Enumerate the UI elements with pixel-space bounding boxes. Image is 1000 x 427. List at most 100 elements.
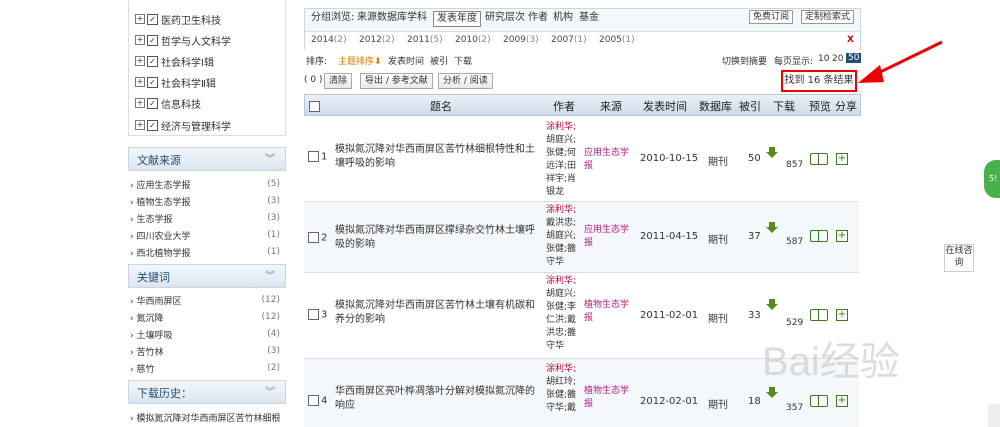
category-item[interactable]: + ✓ 哲学与人文科学	[135, 33, 231, 48]
row-checkbox[interactable]	[308, 232, 319, 243]
source-item[interactable]: › 西北植物学报 (1)	[130, 245, 280, 259]
checkbox-checked-icon[interactable]: ✓	[147, 55, 158, 67]
sort-bar: 排序: 主题排序⬇ 发表时间 被引 下载 切换到摘要 每页显示: 10 20 5…	[306, 53, 862, 67]
select-all-checkbox[interactable]	[309, 100, 320, 112]
year-filter: 2014(2) 2012(2) 2011(5) 2010(2) 2009(3) …	[305, 31, 860, 50]
sort-time[interactable]: 发表时间	[388, 54, 424, 67]
expand-icon[interactable]: +	[135, 77, 145, 87]
tab-fund[interactable]: 基金	[579, 11, 599, 25]
free-subscribe-button[interactable]: 免费订阅	[749, 10, 794, 24]
share-plus-icon[interactable]: +	[836, 153, 848, 165]
article-title-link[interactable]: 模拟氮沉降对华西雨屏区苦竹林土壤有机碳和养分的影响	[335, 299, 541, 327]
tab-author[interactable]: 作者	[528, 11, 548, 25]
floating-badge[interactable]: 5!	[984, 160, 1000, 198]
keywords-panel-header[interactable]: 关键词 ︾	[128, 264, 286, 288]
category-item[interactable]: + ✓ 经济与管理科学	[135, 118, 231, 133]
keyword-item[interactable]: › 华西雨屏区 (12)	[130, 293, 280, 307]
year-link[interactable]: 2012(2)	[359, 35, 395, 45]
keyword-item[interactable]: › 土壤呼吸 (4)	[130, 327, 280, 341]
action-bar: ( 0 ) 清除 导出 / 参考文献 分析 / 阅读	[304, 72, 860, 90]
source-link[interactable]: 植物生态学报	[584, 385, 630, 411]
tab-pub-year[interactable]: 发表年度	[433, 11, 481, 27]
category-item[interactable]: + ✓ 信息科技	[135, 96, 201, 111]
expand-icon[interactable]: +	[135, 56, 145, 66]
preview-book-icon[interactable]	[810, 230, 828, 242]
row-checkbox[interactable]	[308, 309, 319, 320]
article-title-link[interactable]: 模拟氮沉降对华西雨屏区撑绿杂交竹林土壤呼吸的影响	[335, 224, 541, 252]
switch-abstract-link[interactable]: 切换到摘要	[722, 54, 767, 67]
sort-download[interactable]: 下载	[454, 54, 472, 67]
category-item[interactable]: + ✓ 社会科学Ⅰ辑	[135, 54, 214, 69]
per-page-20[interactable]: 20	[832, 54, 843, 64]
expand-icon[interactable]: +	[135, 35, 145, 45]
checkbox-checked-icon[interactable]: ✓	[147, 76, 158, 88]
baidu-watermark: Bai经验	[762, 340, 900, 384]
download-icon[interactable]	[766, 299, 778, 311]
year-link[interactable]: 2011(5)	[407, 35, 443, 45]
keyword-item[interactable]: › 慈竹 (2)	[130, 361, 280, 375]
custom-query-button[interactable]: 定制检索式	[801, 10, 855, 24]
preview-book-icon[interactable]	[810, 153, 828, 165]
download-icon[interactable]	[766, 147, 778, 159]
table-row: 1 模拟氮沉降对华西雨屏区苦竹林细根特性和土壤呼吸的影响 涂利华;胡庭兴;张健;…	[304, 115, 859, 202]
export-button[interactable]: 导出 / 参考文献	[360, 73, 433, 89]
analyze-button[interactable]: 分析 / 阅读	[438, 73, 493, 89]
keyword-item[interactable]: › 苦竹林 (3)	[130, 344, 280, 358]
share-plus-icon[interactable]: +	[836, 230, 848, 242]
source-item[interactable]: › 四川农业大学 (1)	[130, 228, 280, 242]
keyword-item[interactable]: › 氮沉降 (12)	[130, 310, 280, 324]
per-page-10[interactable]: 10	[818, 54, 829, 64]
expand-icon[interactable]: +	[135, 120, 145, 130]
sort-down-arrow-icon: ⬇	[374, 57, 382, 67]
category-tree: + ✓ 医药卫生科技 + ✓ 哲学与人文科学 + ✓ 社会科学Ⅰ辑 + ✓ 社会科学Ⅱ辑 + ✓ 信…	[128, 0, 286, 136]
online-consult-button[interactable]: 在线咨询	[944, 244, 974, 272]
article-title-link[interactable]: 模拟氮沉降对华西雨屏区苦竹林细根特性和土壤呼吸的影响	[335, 143, 541, 171]
history-item[interactable]: › 模拟氮沉降对华西雨屏区苦竹林细根	[130, 410, 286, 424]
category-item[interactable]: + ✓ 医药卫生科技	[135, 12, 221, 27]
author-list[interactable]: 涂利华;胡红玲;张健;雒守华;戴	[546, 363, 578, 415]
group-browse-label: 分组浏览:	[311, 12, 355, 23]
year-link[interactable]: 2009(3)	[503, 35, 539, 45]
sources-panel-header[interactable]: 文献来源 ︾	[128, 147, 286, 171]
checkbox-checked-icon[interactable]: ✓	[147, 119, 158, 131]
tab-subject[interactable]: 学科	[407, 11, 427, 25]
checkbox-checked-icon[interactable]: ✓	[147, 34, 158, 46]
row-checkbox[interactable]	[308, 395, 319, 406]
clear-button[interactable]: 清除	[324, 73, 353, 89]
article-title-link[interactable]: 华西雨屏区亮叶桦凋落叶分解对模拟氮沉降的响应	[335, 385, 541, 413]
collapse-icon[interactable]: ︾	[265, 383, 275, 398]
category-item[interactable]: + ✓ 社会科学Ⅱ辑	[135, 75, 216, 90]
download-icon[interactable]	[766, 222, 778, 234]
checkbox-checked-icon[interactable]: ✓	[147, 13, 158, 25]
checkbox-checked-icon[interactable]: ✓	[147, 97, 158, 109]
sort-topic[interactable]: 主题排序⬇	[338, 54, 382, 67]
expand-icon[interactable]: +	[135, 98, 145, 108]
author-list[interactable]: 涂利华;胡庭兴;张健;李仁洪;戴洪忠;雒守华	[546, 275, 578, 353]
history-panel-header[interactable]: 下载历史： ︾	[128, 380, 286, 404]
source-link[interactable]: 植物生态学报	[584, 299, 630, 325]
year-link[interactable]: 2010(2)	[455, 35, 491, 45]
source-link[interactable]: 应用生态学报	[584, 147, 630, 173]
tab-research-level[interactable]: 研究层次	[485, 11, 525, 25]
expand-icon[interactable]: +	[135, 14, 145, 24]
tab-institution[interactable]: 机构	[553, 11, 573, 25]
group-browse-bar: 分组浏览: 来源数据库 学科 发表年度 研究层次 作者 机构 基金 免费订阅 定…	[304, 8, 861, 50]
row-checkbox[interactable]	[308, 151, 319, 162]
tab-source-db[interactable]: 来源数据库	[357, 11, 407, 25]
year-link[interactable]: 2005(1)	[599, 35, 635, 45]
source-link[interactable]: 应用生态学报	[584, 224, 630, 250]
author-list[interactable]: 涂利华;戴洪忠;胡庭兴;张健;雒守华	[546, 204, 578, 269]
result-count: 找到 16 条结果	[781, 70, 857, 92]
source-item[interactable]: › 应用生态学报 (5)	[130, 177, 280, 191]
source-item[interactable]: › 生态学报 (3)	[130, 211, 280, 225]
source-item[interactable]: › 植物生态学报 (3)	[130, 194, 280, 208]
svg-text:Bai经验: Bai经验	[762, 340, 900, 384]
sort-cited[interactable]: 被引	[430, 54, 448, 67]
author-list[interactable]: 涂利华;胡庭兴;张健;何远洋;田祥宇;肖银龙	[546, 121, 578, 199]
collapse-icon[interactable]: ︾	[265, 150, 275, 165]
left-panel: + ✓ 医药卫生科技 + ✓ 哲学与人文科学 + ✓ 社会科学Ⅰ辑 + ✓ 社会科学Ⅱ辑 + ✓ 信…	[128, 0, 286, 427]
collapse-icon[interactable]: ︾	[265, 267, 275, 282]
year-link[interactable]: 2007(1)	[551, 35, 587, 45]
table-header: 题名 作者 来源 发表时间 数据库 被引 下载 预览 分享	[304, 94, 861, 116]
year-link[interactable]: 2014(2)	[311, 35, 347, 45]
